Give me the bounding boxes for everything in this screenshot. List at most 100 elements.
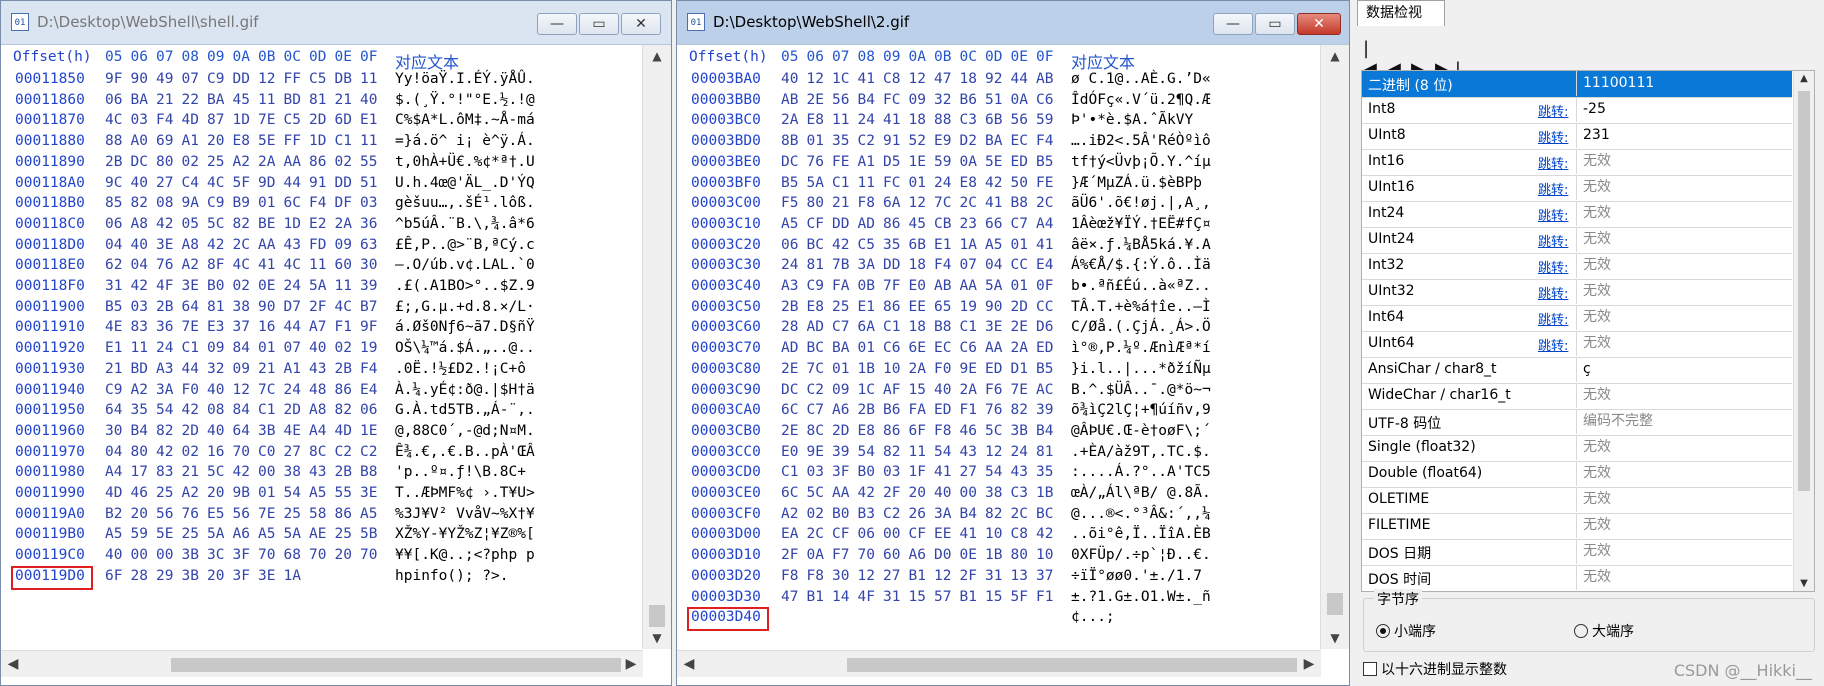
- hex-row[interactable]: 00003D20 F8 F8 30 12 27 B1 12 2F 31 13 37 ÷ïÏ°øø0.'±…: [689, 568, 1289, 588]
- hex-byte[interactable]: AA: [258, 237, 275, 253]
- inspector-row[interactable]: UInt16 跳转: 无效: [1362, 175, 1792, 202]
- hex-byte[interactable]: 0A: [1011, 92, 1028, 108]
- hex-byte[interactable]: 55: [335, 485, 352, 501]
- hex-byte[interactable]: F1: [335, 319, 352, 335]
- hex-byte[interactable]: 20: [207, 133, 224, 149]
- text-cell[interactable]: TÂ.T.+è%á†îe..–Ì: [1071, 299, 1211, 315]
- inspector-row[interactable]: WideChar / char16_t 无效: [1362, 383, 1792, 410]
- hex-byte[interactable]: C7: [807, 402, 824, 418]
- hex-byte[interactable]: B0: [207, 278, 224, 294]
- hex-byte[interactable]: 86: [335, 382, 352, 398]
- hex-byte[interactable]: E8: [858, 423, 875, 439]
- hex-byte[interactable]: 15: [985, 589, 1002, 605]
- little-endian-radio[interactable]: 小端序: [1376, 621, 1436, 641]
- hex-byte[interactable]: 63: [360, 237, 377, 253]
- hex-row[interactable]: 00003C90 DC C2 09 1C AF 15 40 2A F6 7E AC B.^.$ÜÂ..¯…: [689, 382, 1289, 402]
- hex-byte[interactable]: F4: [1036, 133, 1053, 149]
- hex-byte[interactable]: E1: [360, 112, 377, 128]
- hex-byte[interactable]: DC: [131, 154, 148, 170]
- hex-row[interactable]: 00011960 30 B4 82 2D 40 64 3B 4E A4 4D 1E @,88C0´‚-@…: [13, 423, 613, 443]
- inspector-value[interactable]: ç: [1576, 357, 1792, 382]
- hex-byte[interactable]: 2C: [807, 526, 824, 542]
- jump-link[interactable]: 跳转:: [1538, 205, 1568, 224]
- hex-byte[interactable]: 56: [1011, 112, 1028, 128]
- hex-byte[interactable]: 18: [909, 112, 926, 128]
- hex-byte[interactable]: 2A: [1011, 340, 1028, 356]
- hex-byte[interactable]: A5: [781, 216, 798, 232]
- hex-byte[interactable]: 8C: [309, 444, 326, 460]
- inspector-value[interactable]: -25: [1576, 97, 1792, 122]
- hex-byte[interactable]: D6: [1036, 319, 1053, 335]
- scroll-thumb[interactable]: [1798, 91, 1810, 491]
- hex-byte[interactable]: 25: [156, 485, 173, 501]
- hex-byte[interactable]: FF: [284, 133, 301, 149]
- hex-byte[interactable]: BA: [207, 92, 224, 108]
- hex-byte[interactable]: 52: [909, 133, 926, 149]
- hex-byte[interactable]: E1: [934, 237, 951, 253]
- hex-byte[interactable]: 40: [781, 71, 798, 87]
- scroll-thumb[interactable]: [649, 605, 665, 627]
- inspector-value[interactable]: 编码不完整: [1576, 409, 1792, 434]
- hex-byte[interactable]: 80: [1011, 547, 1028, 563]
- inspector-row[interactable]: AnsiChar / char8_t ç: [1362, 357, 1792, 384]
- text-cell[interactable]: XŽ%Y-¥YŽ%Z¦¥Z®%[: [395, 526, 535, 542]
- hex-byte[interactable]: 3F: [832, 464, 849, 480]
- hex-byte[interactable]: 11: [858, 175, 875, 191]
- hex-byte[interactable]: AA: [832, 485, 849, 501]
- hex-byte[interactable]: 12: [909, 195, 926, 211]
- hex-byte[interactable]: 46: [960, 423, 977, 439]
- hex-byte[interactable]: B4: [858, 92, 875, 108]
- hex-byte[interactable]: 4D: [182, 112, 199, 128]
- hex-byte[interactable]: 09: [207, 340, 224, 356]
- hex-byte[interactable]: 01: [1011, 237, 1028, 253]
- hex-byte[interactable]: B5: [781, 175, 798, 191]
- hex-byte[interactable]: 43: [1011, 464, 1028, 480]
- hex-byte[interactable]: 82: [233, 216, 250, 232]
- hex-byte[interactable]: 56: [832, 92, 849, 108]
- hex-byte[interactable]: F1: [1036, 589, 1053, 605]
- hex-byte[interactable]: 86: [883, 299, 900, 315]
- text-cell[interactable]: ãÜ6'.õ€!øj.|,A¸,: [1071, 195, 1211, 211]
- hex-byte[interactable]: D0: [934, 547, 951, 563]
- hex-byte[interactable]: 54: [934, 444, 951, 460]
- hex-byte[interactable]: 42: [182, 402, 199, 418]
- hex-byte[interactable]: 04: [105, 444, 122, 460]
- hex-byte[interactable]: 1E: [360, 423, 377, 439]
- hex-byte[interactable]: FA: [909, 402, 926, 418]
- hex-byte[interactable]: 1D: [233, 112, 250, 128]
- text-cell[interactable]: hpinfo(); ?>.: [395, 568, 509, 584]
- hex-byte[interactable]: 47: [781, 589, 798, 605]
- hex-byte[interactable]: 40: [934, 382, 951, 398]
- hex-byte[interactable]: F8: [781, 568, 798, 584]
- hex-row[interactable]: 00011880 88 A0 69 A1 20 E8 5E FF 1D C1 11 =}á.ö^ i¡ …: [13, 133, 613, 153]
- hex-byte[interactable]: 24: [284, 278, 301, 294]
- hex-row[interactable]: 00011930 21 BD A3 44 32 09 21 A1 43 2B F4 .0Ë.!½£D2.…: [13, 361, 613, 381]
- scroll-down-icon[interactable]: ▼: [1321, 627, 1349, 649]
- hex-byte[interactable]: 24: [1011, 444, 1028, 460]
- hex-byte[interactable]: 2A: [335, 216, 352, 232]
- hex-byte[interactable]: 24: [858, 112, 875, 128]
- hex-byte[interactable]: E8: [233, 133, 250, 149]
- hex-byte[interactable]: 40: [105, 547, 122, 563]
- text-cell[interactable]: C/Øå.(.ÇjÁ.¸Á>.Ö: [1071, 319, 1211, 335]
- hex-byte[interactable]: 0A: [807, 547, 824, 563]
- hex-byte[interactable]: 40: [131, 237, 148, 253]
- inspector-row[interactable]: UInt24 跳转: 无效: [1362, 227, 1792, 254]
- hex-byte[interactable]: FC: [883, 175, 900, 191]
- hex-byte[interactable]: A4: [309, 423, 326, 439]
- text-cell[interactable]: ….iÐ2<.5Â'RéÒºìô: [1071, 133, 1211, 149]
- hex-byte[interactable]: 06: [858, 526, 875, 542]
- text-cell[interactable]: =}á.ö^ i¡ è^ÿ.Á.: [395, 133, 535, 149]
- hex-byte[interactable]: 4E: [105, 319, 122, 335]
- inspector-value[interactable]: 无效: [1576, 461, 1792, 486]
- inspector-value[interactable]: 无效: [1576, 227, 1792, 252]
- hex-byte[interactable]: 92: [985, 71, 1002, 87]
- hex-byte[interactable]: 02: [335, 154, 352, 170]
- hex-byte[interactable]: 5E: [156, 526, 173, 542]
- hex-byte[interactable]: 5C: [207, 216, 224, 232]
- hex-byte[interactable]: 01: [807, 133, 824, 149]
- hex-byte[interactable]: 40: [360, 92, 377, 108]
- hex-byte[interactable]: 38: [985, 485, 1002, 501]
- text-cell[interactable]: œÀ/„Ál\ªB/ @.8Ã.: [1071, 485, 1211, 501]
- hex-byte[interactable]: 21: [335, 92, 352, 108]
